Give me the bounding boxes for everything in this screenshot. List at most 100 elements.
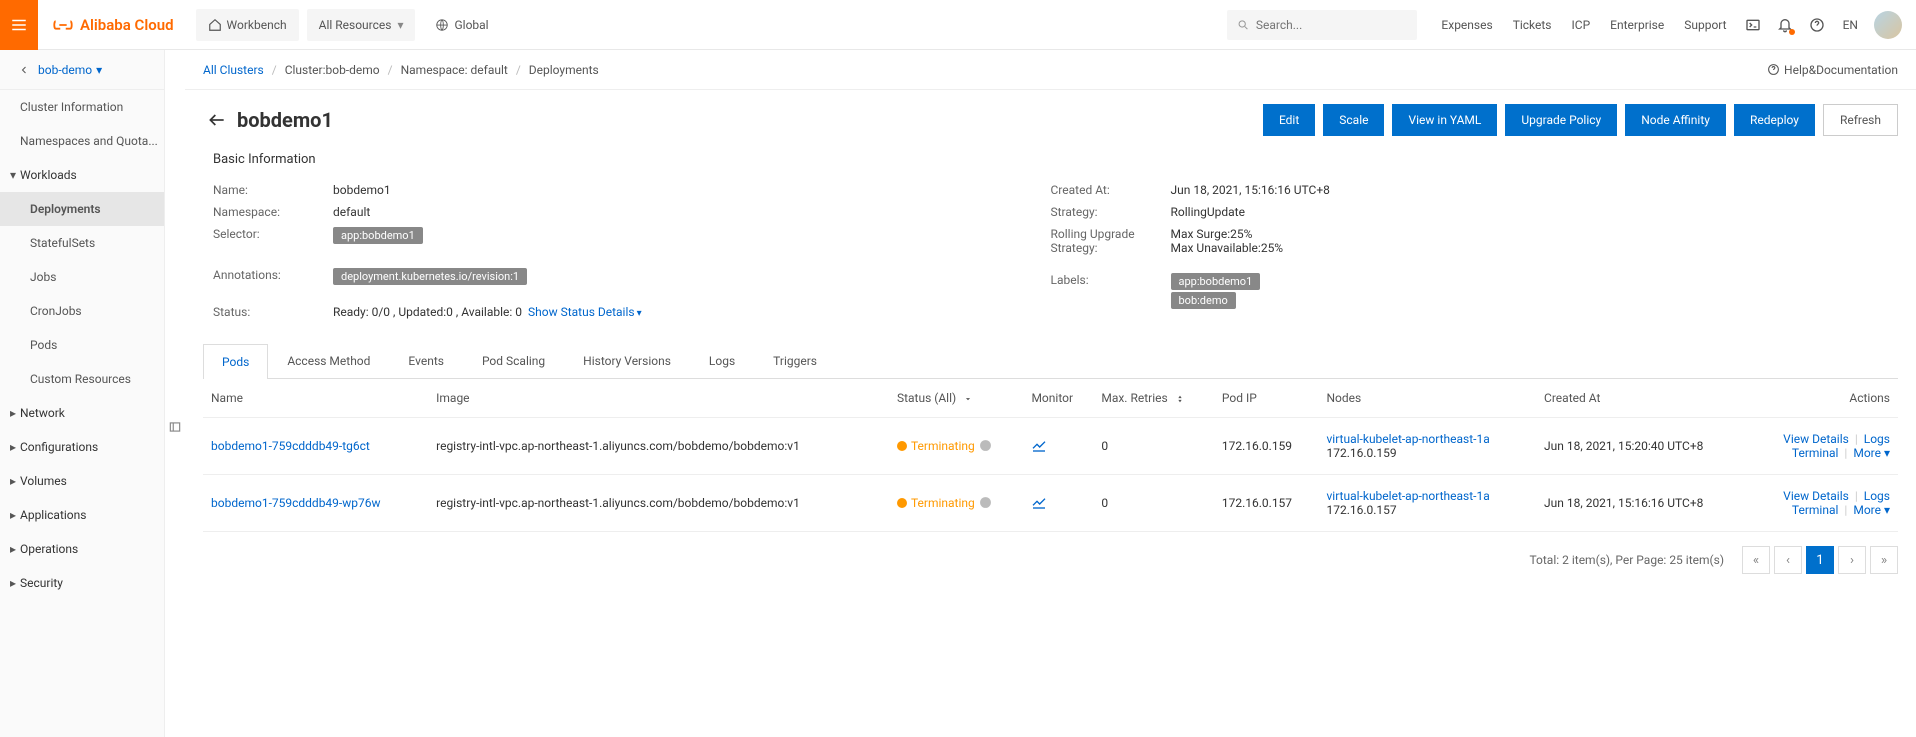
top-link-enterprise[interactable]: Enterprise [1600,18,1674,32]
language-selector[interactable]: EN [1833,18,1868,32]
node-link[interactable]: virtual-kubelet-ap-northeast-1a [1326,432,1489,446]
help-button[interactable] [1801,17,1833,33]
pager-info: Total: 2 item(s), Per Page: 25 item(s) [1529,553,1724,567]
help-documentation-link[interactable]: Help&Documentation [1767,63,1898,77]
sidebar-group-workloads[interactable]: ▾Workloads [0,158,164,192]
workbench-label: Workbench [227,18,287,32]
page-title: bobdemo1 [237,108,333,132]
action-logs[interactable]: Logs [1864,432,1890,446]
top-link-tickets[interactable]: Tickets [1503,18,1562,32]
sidebar-item-cronjobs[interactable]: CronJobs [0,294,164,328]
pod-name-link[interactable]: bobdemo1-759cdddb49-wp76w [211,496,381,510]
search-icon [1237,18,1249,32]
all-resources-dropdown[interactable]: All Resources ▾ [307,9,416,41]
cloud-shell-button[interactable] [1737,17,1769,33]
pager-next[interactable]: › [1838,546,1866,574]
action-more[interactable]: More ▾ [1853,503,1890,517]
arrow-left-icon [207,110,227,130]
sidebar-item-jobs[interactable]: Jobs [0,260,164,294]
col-status[interactable]: Status (All) [889,379,1024,418]
top-link-icp[interactable]: ICP [1562,18,1601,32]
top-link-expenses[interactable]: Expenses [1431,18,1502,32]
sidebar-item-pods[interactable]: Pods [0,328,164,362]
sidebar-group-security[interactable]: ▸Security [0,566,164,600]
cell-podip: 172.16.0.159 [1214,418,1319,475]
sidebar-group-operations[interactable]: ▸Operations [0,532,164,566]
col-created: Created At [1536,379,1749,418]
tab-pod-scaling[interactable]: Pod Scaling [463,343,564,378]
notifications-button[interactable] [1769,17,1801,33]
chevron-icon: ▸ [6,508,20,522]
sidebar-group-applications[interactable]: ▸Applications [0,498,164,532]
chevron-icon: ▸ [6,542,20,556]
crumb-namespace: Namespace: default [401,63,508,77]
region-label: Global [454,18,488,32]
crumb-cluster: Cluster:bob-demo [285,63,380,77]
user-avatar[interactable] [1874,11,1902,39]
crumb-all-clusters[interactable]: All Clusters [203,63,264,77]
upgrade-policy-button[interactable]: Upgrade Policy [1505,104,1617,136]
pods-table: Name Image Status (All) Monitor Max. Ret… [203,379,1898,532]
sidebar-group-volumes[interactable]: ▸Volumes [0,464,164,498]
pager-page-1[interactable]: 1 [1806,546,1834,574]
top-link-support[interactable]: Support [1674,18,1736,32]
col-podip: Pod IP [1214,379,1319,418]
pager-first[interactable]: « [1742,546,1770,574]
monitor-chart-icon[interactable] [1031,437,1047,453]
home-icon [208,18,222,32]
info-icon[interactable] [979,496,992,509]
node-link[interactable]: virtual-kubelet-ap-northeast-1a [1326,489,1489,503]
menu-toggle[interactable] [0,0,38,50]
tab-history-versions[interactable]: History Versions [564,343,690,378]
pager-prev[interactable]: ‹ [1774,546,1802,574]
region-selector[interactable]: Global [423,9,500,41]
label-status: Status: [213,305,333,319]
pager-last[interactable]: » [1870,546,1898,574]
sidebar-item-statefulsets[interactable]: StatefulSets [0,226,164,260]
pod-name-link[interactable]: bobdemo1-759cdddb49-tg6ct [211,439,370,453]
show-status-details-link[interactable]: Show Status Details▾ [528,305,642,319]
view-yaml-button[interactable]: View in YAML [1392,104,1497,136]
workbench-button[interactable]: Workbench [196,9,299,41]
tab-triggers[interactable]: Triggers [754,343,836,378]
global-search[interactable] [1227,10,1417,40]
sidebar-item-cluster-information[interactable]: Cluster Information [0,90,164,124]
sidebar-group-configurations[interactable]: ▸Configurations [0,430,164,464]
action-view-details[interactable]: View Details [1783,432,1849,446]
sidebar-back[interactable]: bob-demo ▾ [0,50,164,90]
collapse-sidebar-icon[interactable] [168,420,182,434]
chevron-icon: ▸ [6,576,20,590]
action-more[interactable]: More ▾ [1853,446,1890,460]
tab-access-method[interactable]: Access Method [268,343,389,378]
search-input[interactable] [1256,18,1408,32]
brand-logo[interactable]: Alibaba Cloud [38,14,188,36]
redeploy-button[interactable]: Redeploy [1734,104,1815,136]
tab-logs[interactable]: Logs [690,343,754,378]
tab-events[interactable]: Events [389,343,463,378]
node-ip: 172.16.0.159 [1326,446,1396,460]
info-icon[interactable] [979,439,992,452]
value-status: Ready: 0/0 , Updated:0 , Available: 0 [333,305,522,319]
action-view-details[interactable]: View Details [1783,489,1849,503]
sidebar-item-custom-resources[interactable]: Custom Resources [0,362,164,396]
sidebar-group-network[interactable]: ▸Network [0,396,164,430]
back-button[interactable] [203,106,231,134]
tab-pods[interactable]: Pods [203,344,268,379]
action-terminal[interactable]: Terminal [1792,503,1839,517]
scale-button[interactable]: Scale [1323,104,1384,136]
notification-dot [1789,29,1795,35]
help-icon [1809,17,1825,33]
action-terminal[interactable]: Terminal [1792,446,1839,460]
col-nodes: Nodes [1318,379,1536,418]
edit-button[interactable]: Edit [1263,104,1315,136]
action-logs[interactable]: Logs [1864,489,1890,503]
monitor-chart-icon[interactable] [1031,494,1047,510]
cell-image: registry-intl-vpc.ap-northeast-1.aliyunc… [428,418,889,475]
col-retries[interactable]: Max. Retries [1093,379,1214,418]
label-created: Created At: [1051,183,1171,197]
refresh-button[interactable]: Refresh [1823,104,1898,136]
sidebar-item-deployments[interactable]: Deployments [0,192,164,226]
cell-retries: 0 [1093,418,1214,475]
sidebar-item-namespaces-and-quota-[interactable]: Namespaces and Quota... [0,124,164,158]
node-affinity-button[interactable]: Node Affinity [1625,104,1726,136]
